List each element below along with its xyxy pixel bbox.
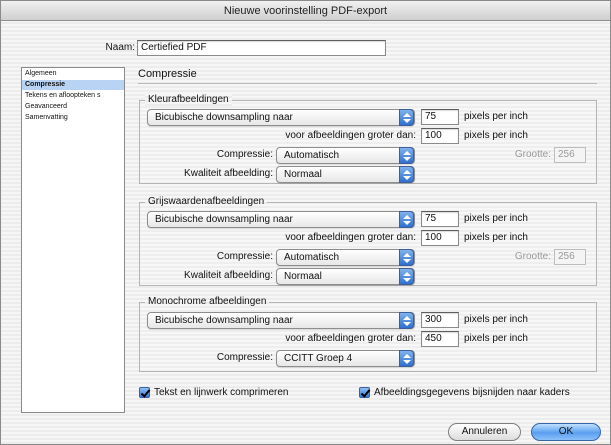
mono-sampling-select[interactable]: Bicubische downsampling naar <box>147 312 415 329</box>
gray-sampling-value: Bicubische downsampling naar <box>155 214 293 225</box>
color-above-field[interactable]: 100 <box>421 128 459 144</box>
color-above-unit: pixels per inch <box>464 130 528 141</box>
chevron-updown-icon <box>399 249 414 266</box>
mono-ppi-field[interactable]: 300 <box>421 312 459 328</box>
name-field[interactable]: Certiefied PDF <box>137 40 386 56</box>
category-list: Algemeen Compressie Tekens en afloopteke… <box>21 67 125 413</box>
color-ppi-field[interactable]: 75 <box>421 109 459 125</box>
color-compression-label: Compressie: <box>216 149 273 160</box>
chevron-updown-icon <box>399 268 414 285</box>
gray-ppi-unit: pixels per inch <box>464 213 528 224</box>
color-size-label: Grootte: <box>514 149 551 160</box>
mono-above-unit: pixels per inch <box>464 333 528 344</box>
name-label: Naam: <box>105 42 135 53</box>
mono-compression-label: Compressie: <box>216 352 273 363</box>
panel-title: Compressie <box>138 68 197 80</box>
mono-above-label: voor afbeeldingen groter dan: <box>285 333 416 344</box>
chevron-updown-icon <box>399 147 414 164</box>
color-quality-select[interactable]: Normaal <box>276 166 415 183</box>
color-quality-label: Kwaliteit afbeelding: <box>184 168 273 179</box>
color-size-field: 256 <box>554 147 586 163</box>
color-sampling-value: Bicubische downsampling naar <box>155 112 293 123</box>
gray-size-label: Grootte: <box>514 251 551 262</box>
chevron-updown-icon <box>399 109 414 126</box>
chevron-updown-icon <box>399 211 414 228</box>
crop-images-checkbox[interactable] <box>359 387 370 398</box>
gray-above-unit: pixels per inch <box>464 232 528 243</box>
mono-compression-value: CCITT Groep 4 <box>284 353 353 364</box>
gray-quality-select[interactable]: Normaal <box>276 268 415 285</box>
gray-images-title: Grijswaardenafbeeldingen <box>145 196 268 208</box>
color-quality-value: Normaal <box>284 169 322 180</box>
compress-text-label: Tekst en lijnwerk comprimeren <box>154 387 289 398</box>
color-ppi-unit: pixels per inch <box>464 111 528 122</box>
mono-above-field[interactable]: 450 <box>421 331 459 347</box>
sidebar-item-samenvatting[interactable]: Samenvatting <box>22 113 124 123</box>
mono-sampling-value: Bicubische downsampling naar <box>155 315 293 326</box>
sidebar-item-compressie[interactable]: Compressie <box>22 80 124 90</box>
chevron-updown-icon <box>399 166 414 183</box>
sidebar-item-geavanceerd[interactable]: Geavanceerd <box>22 102 124 112</box>
window-title: Nieuwe voorinstelling PDF-export <box>1 1 610 21</box>
gray-quality-value: Normaal <box>284 271 322 282</box>
gray-above-label: voor afbeeldingen groter dan: <box>285 232 416 243</box>
gray-ppi-field[interactable]: 75 <box>421 211 459 227</box>
gray-quality-label: Kwaliteit afbeelding: <box>184 270 273 281</box>
chevron-updown-icon <box>399 350 414 367</box>
color-above-label: voor afbeeldingen groter dan: <box>285 130 416 141</box>
ok-button[interactable]: OK <box>531 423 601 441</box>
panel-divider <box>138 83 597 84</box>
mono-ppi-unit: pixels per inch <box>464 314 528 325</box>
gray-above-field[interactable]: 100 <box>421 230 459 246</box>
sidebar-item-tekens[interactable]: Tekens en afloopteken s <box>22 91 124 101</box>
cancel-button[interactable]: Annuleren <box>448 423 521 441</box>
color-compression-select[interactable]: Automatisch <box>276 147 415 164</box>
crop-images-label: Afbeeldingsgegevens bijsnijden naar kade… <box>374 387 570 398</box>
sidebar-item-algemeen[interactable]: Algemeen <box>22 69 124 79</box>
gray-sampling-select[interactable]: Bicubische downsampling naar <box>147 211 415 228</box>
chevron-updown-icon <box>399 312 414 329</box>
gray-compression-value: Automatisch <box>284 252 340 263</box>
dialog-window: Nieuwe voorinstelling PDF-export Naam: C… <box>0 0 611 445</box>
gray-compression-label: Compressie: <box>216 251 273 262</box>
gray-size-field: 256 <box>554 249 586 265</box>
mono-compression-select[interactable]: CCITT Groep 4 <box>276 350 415 367</box>
compress-text-checkbox[interactable] <box>139 387 150 398</box>
color-images-title: Kleurafbeeldingen <box>145 94 232 106</box>
color-sampling-select[interactable]: Bicubische downsampling naar <box>147 109 415 126</box>
color-compression-value: Automatisch <box>284 150 340 161</box>
mono-images-title: Monochrome afbeeldingen <box>145 296 270 308</box>
gray-compression-select[interactable]: Automatisch <box>276 249 415 266</box>
